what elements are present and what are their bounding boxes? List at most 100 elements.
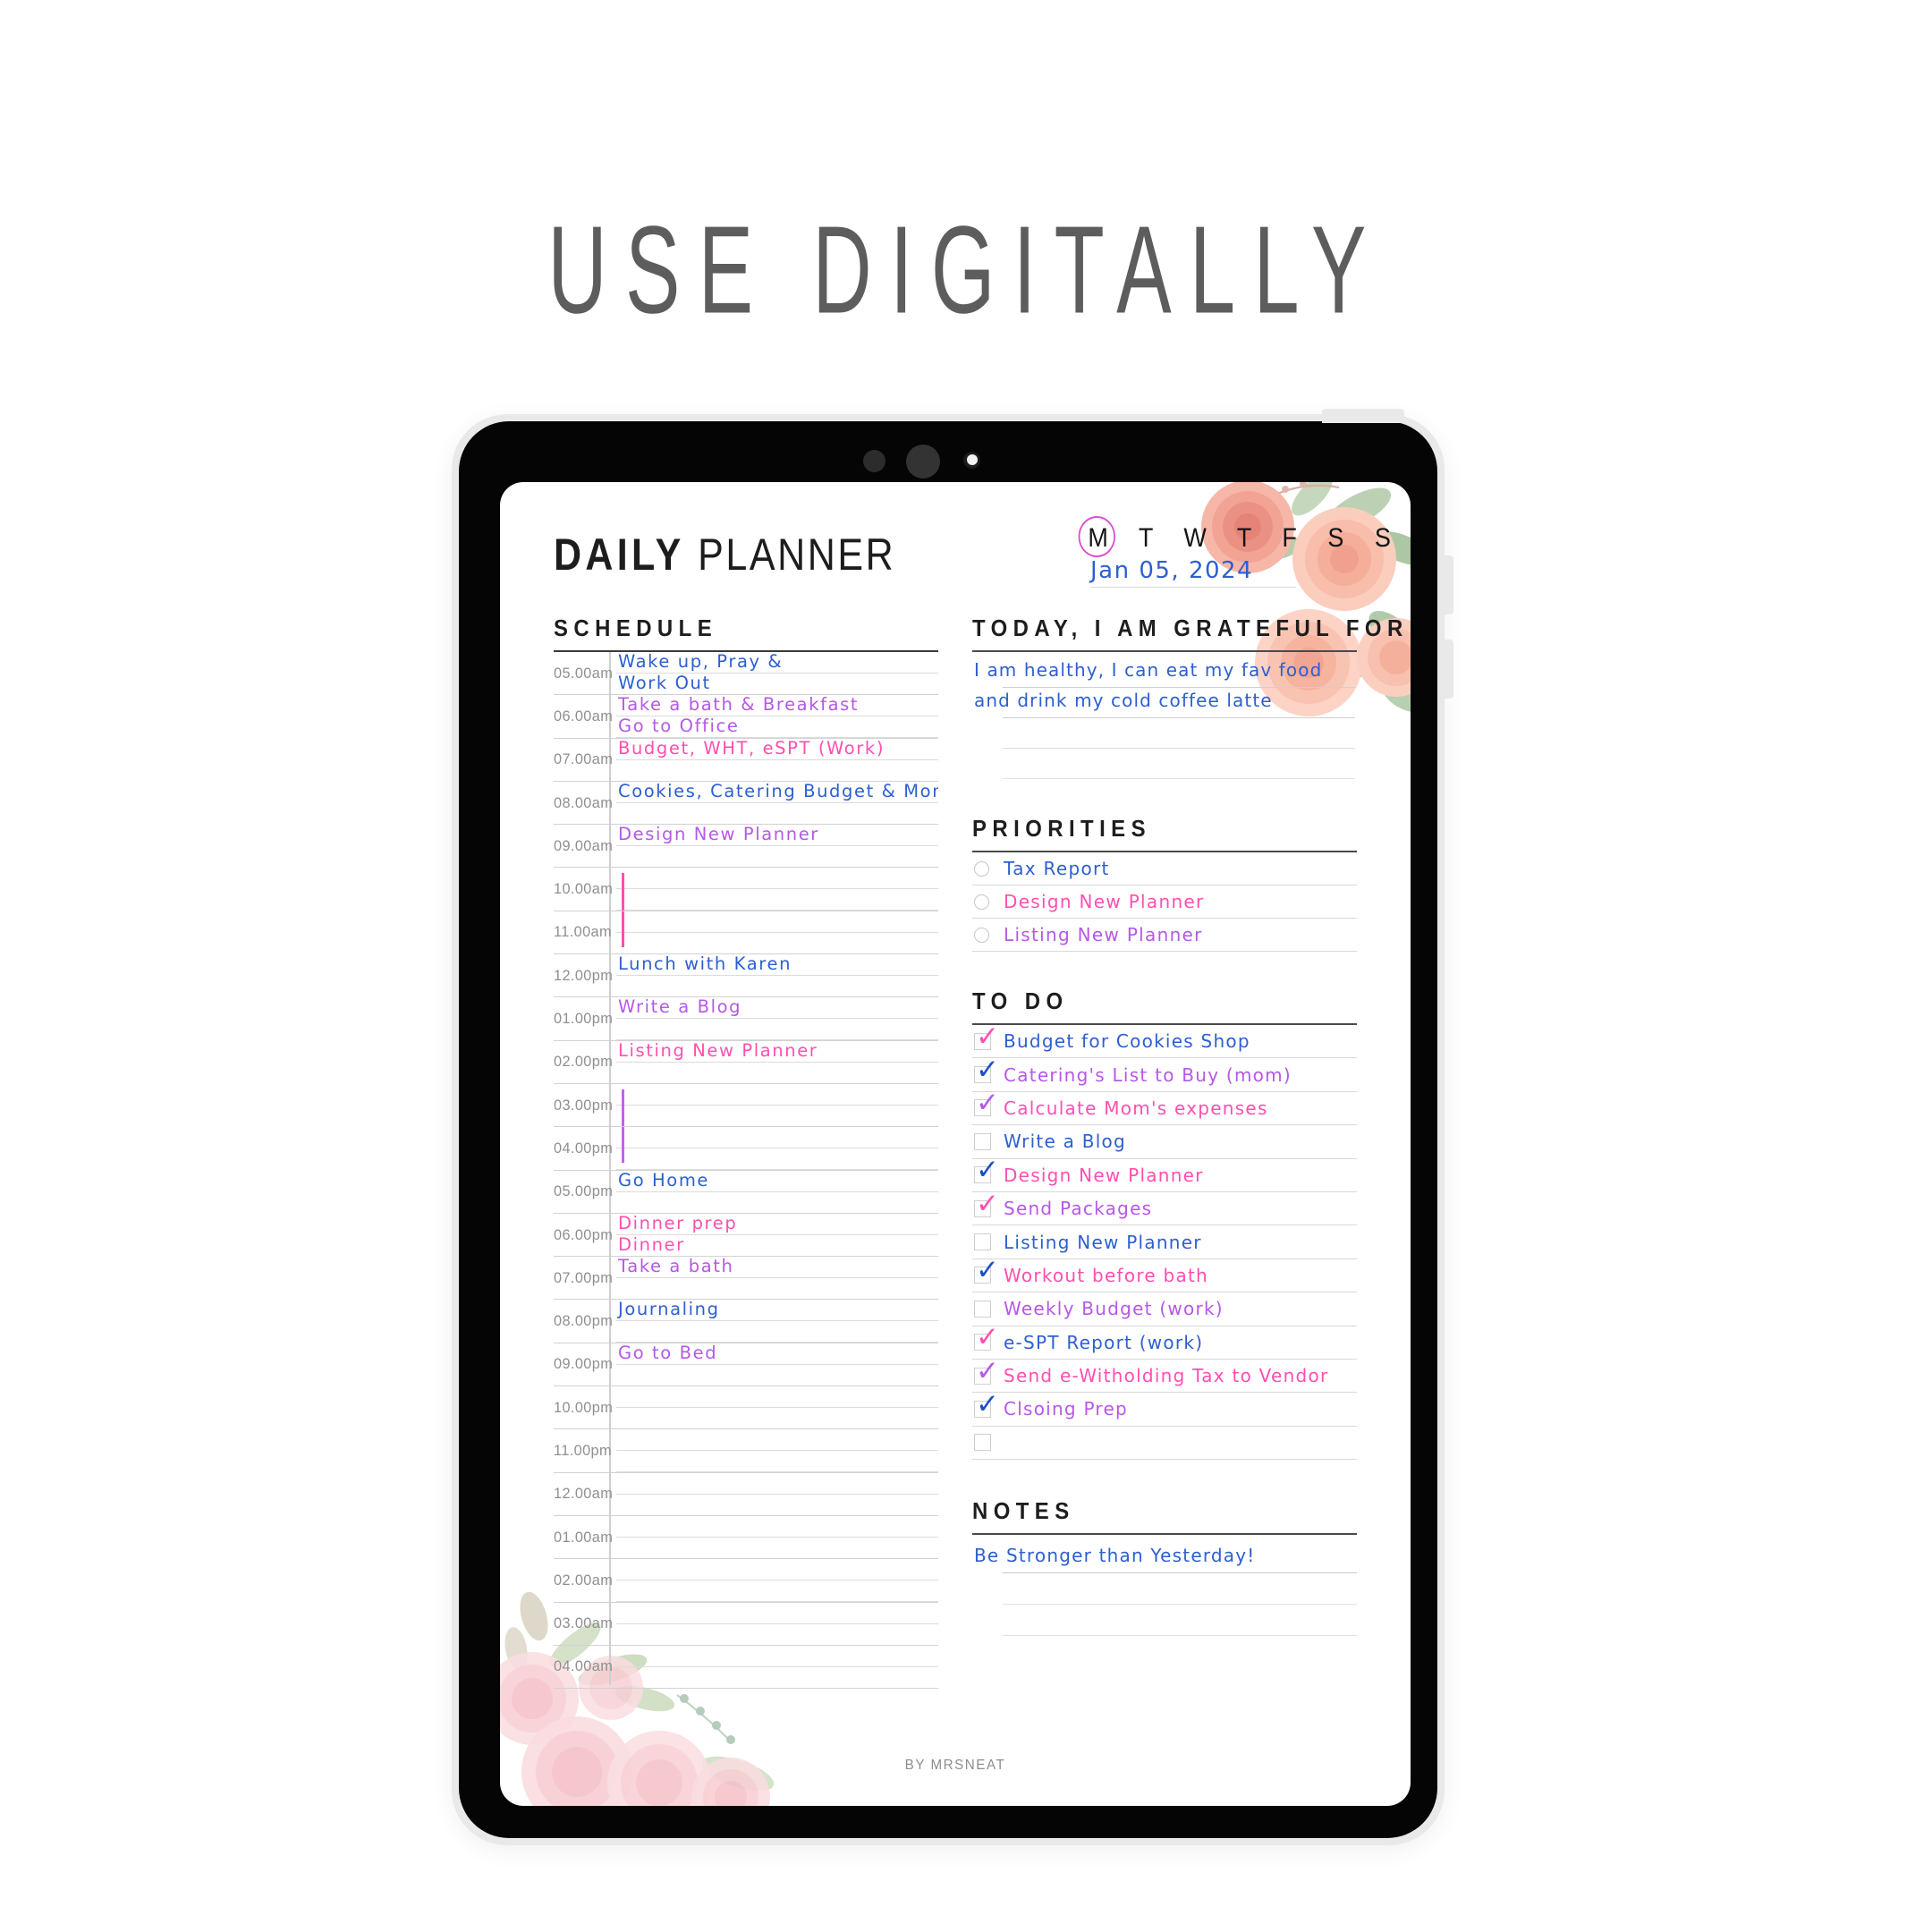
volume-down-button[interactable] — [1445, 640, 1453, 699]
todo-row[interactable]: ✓ Budget for Cookies Shop — [972, 1022, 1357, 1059]
schedule-row[interactable]: 03.00pm — [554, 1084, 938, 1128]
schedule-row[interactable]: 07.00am Budget, WHT, eSPT (Work) — [554, 739, 938, 782]
todo-checkbox[interactable]: ✓ — [974, 1056, 999, 1084]
schedule-entry[interactable]: Go Home — [609, 1171, 938, 1213]
schedule-row[interactable]: 11.00am — [554, 911, 938, 955]
schedule-row[interactable]: 11.00pm — [554, 1429, 938, 1473]
grateful-line[interactable] — [1003, 718, 1355, 749]
schedule-row[interactable]: 03.00am — [554, 1603, 938, 1646]
power-button[interactable] — [1322, 409, 1404, 423]
grateful-lines[interactable]: I am healthy, I can eat my fav food and d… — [972, 657, 1357, 779]
schedule-row[interactable]: 06.00am Take a bath & Breakfast Go to Offi… — [554, 695, 938, 739]
todo-checkbox[interactable]: ✓ — [974, 1089, 999, 1117]
priorities-list[interactable]: Tax Report Design New Planner Listing New … — [972, 852, 1357, 952]
todo-row[interactable]: ✓ Send e-Witholding Tax to Vendor — [972, 1357, 1357, 1394]
day-initials[interactable]: M T W T F S S — [1076, 513, 1391, 560]
schedule-entry[interactable]: Take a bath — [609, 1257, 938, 1300]
schedule-entry[interactable]: Budget, WHT, eSPT (Work) — [609, 739, 938, 781]
schedule-entry[interactable] — [609, 1386, 938, 1429]
grateful-line[interactable] — [1003, 749, 1355, 779]
todo-checkbox[interactable]: ✓ — [974, 1157, 999, 1184]
todo-row[interactable]: ✓ e-SPT Report (work) — [972, 1324, 1357, 1360]
schedule-row[interactable]: 08.00pm Journaling — [554, 1300, 938, 1343]
schedule-entry[interactable]: Dinner prep Dinner — [609, 1214, 938, 1257]
planner-date[interactable]: Jan 05, 2024 — [1083, 557, 1352, 584]
schedule-row[interactable]: 05.00am Wake up, Pray & Work Out — [554, 652, 938, 696]
todo-row[interactable]: Weekly Budget (work) — [972, 1292, 1357, 1326]
schedule-entry[interactable]: Journaling — [609, 1300, 938, 1343]
schedule-row[interactable]: 06.00pm Dinner prep Dinner — [554, 1214, 938, 1258]
notes-lines[interactable]: Be Stronger than Yesterday! — [972, 1542, 1357, 1637]
todo-row[interactable]: ✓ Design New Planner — [972, 1157, 1357, 1192]
schedule-list[interactable]: 05.00am Wake up, Pray & Work Out 06.00am Tak… — [554, 652, 938, 1690]
schedule-entry[interactable] — [609, 1603, 938, 1645]
day-selector[interactable]: M T W T F S S Jan 05, 2024 — [1076, 513, 1391, 588]
schedule-row[interactable]: 09.00am Design New Planner — [554, 825, 938, 869]
priority-radio-icon[interactable] — [974, 860, 989, 877]
schedule-entry[interactable]: Wake up, Pray & Work Out — [609, 652, 938, 695]
todo-checkbox[interactable]: ✓ — [974, 1357, 999, 1385]
schedule-row[interactable]: 10.00pm — [554, 1386, 938, 1430]
grateful-line[interactable]: I am healthy, I can eat my fav food — [974, 657, 1355, 688]
schedule-entry[interactable]: Design New Planner — [609, 825, 938, 868]
schedule-entry[interactable] — [609, 1559, 938, 1602]
schedule-entry[interactable]: Cookies, Catering Budget & Mom' — [609, 782, 938, 825]
schedule-row[interactable]: 07.00pm Take a bath — [554, 1257, 938, 1301]
priority-row[interactable]: Tax Report — [972, 852, 1357, 886]
schedule-row[interactable]: 05.00pm Go Home — [554, 1171, 938, 1214]
priority-radio-icon[interactable] — [974, 894, 989, 910]
todo-checkbox[interactable] — [974, 1434, 991, 1452]
todo-checkbox[interactable]: ✓ — [974, 1324, 999, 1352]
schedule-row[interactable]: 08.00am Cookies, Catering Budget & Mom' — [554, 782, 938, 826]
schedule-row[interactable]: 04.00am — [554, 1646, 938, 1690]
todo-row[interactable]: ✓ Workout before bath — [972, 1257, 1357, 1293]
notes-line[interactable]: Be Stronger than Yesterday! — [974, 1542, 1357, 1574]
priority-radio-icon[interactable] — [974, 927, 989, 943]
schedule-entry[interactable] — [609, 1127, 938, 1170]
todo-row[interactable]: ✓ Catering's List to Buy (mom) — [972, 1056, 1357, 1092]
schedule-row[interactable]: 02.00am — [554, 1559, 938, 1603]
todo-row[interactable]: Write a Blog — [972, 1125, 1357, 1159]
schedule-entry[interactable] — [609, 1429, 938, 1472]
todo-checkbox[interactable]: ✓ — [974, 1257, 999, 1284]
schedule-entry[interactable]: Go to Bed — [609, 1343, 938, 1386]
todo-row[interactable]: ✓ Calculate Mom's expenses — [972, 1089, 1357, 1126]
todo-row[interactable]: ✓ Send Packages — [972, 1190, 1357, 1226]
schedule-entry[interactable]: Write a Blog — [609, 997, 938, 1040]
schedule-entry[interactable] — [609, 868, 938, 911]
todo-row[interactable]: Listing New Planner — [972, 1225, 1357, 1259]
schedule-entry[interactable] — [609, 1473, 938, 1515]
schedule-row[interactable]: 10.00am — [554, 868, 938, 911]
notes-line[interactable] — [1003, 1605, 1357, 1637]
todo-checkbox[interactable] — [974, 1132, 991, 1150]
priority-row[interactable]: Design New Planner — [972, 886, 1357, 919]
schedule-entry[interactable]: Lunch with Karen — [609, 954, 938, 997]
volume-up-button[interactable] — [1445, 555, 1453, 614]
todo-list[interactable]: ✓ Budget for Cookies Shop ✓ Catering's List… — [972, 1022, 1357, 1461]
schedule-row[interactable]: 04.00pm — [554, 1127, 938, 1171]
schedule-entry[interactable]: Listing New Planner — [609, 1041, 938, 1083]
schedule-row[interactable]: 01.00am — [554, 1516, 938, 1560]
todo-checkbox[interactable]: ✓ — [974, 1390, 999, 1418]
todo-checkbox[interactable] — [974, 1233, 991, 1251]
schedule-row[interactable]: 02.00pm Listing New Planner — [554, 1041, 938, 1084]
schedule-row[interactable]: 12.00am — [554, 1473, 938, 1516]
schedule-entry[interactable] — [609, 1646, 938, 1689]
schedule-entry[interactable] — [609, 1516, 938, 1559]
schedule-entry[interactable] — [609, 911, 938, 954]
schedule-row[interactable]: 12.00pm Lunch with Karen — [554, 954, 938, 998]
todo-row[interactable]: ✓ Clsoing Prep — [972, 1390, 1357, 1427]
todo-checkbox[interactable]: ✓ — [974, 1022, 999, 1050]
todo-checkbox[interactable] — [974, 1300, 991, 1318]
schedule-entry[interactable] — [609, 1084, 938, 1127]
todo-checkbox[interactable]: ✓ — [974, 1190, 999, 1217]
schedule-entry[interactable]: Take a bath & Breakfast Go to Office — [609, 695, 938, 738]
notes-line[interactable] — [1003, 1573, 1357, 1606]
priority-row[interactable]: Listing New Planner — [972, 919, 1357, 952]
schedule-row[interactable]: 01.00pm Write a Blog — [554, 997, 938, 1041]
schedule-row[interactable]: 09.00pm Go to Bed — [554, 1343, 938, 1387]
tablet-screen[interactable]: DAILY PLANNER M T W T F S S Jan 05, 2024… — [500, 482, 1411, 1806]
grateful-line[interactable]: and drink my cold coffee latte — [974, 688, 1355, 718]
schedule-time-label: 08.00pm — [554, 1312, 614, 1330]
todo-row[interactable] — [972, 1427, 1357, 1461]
